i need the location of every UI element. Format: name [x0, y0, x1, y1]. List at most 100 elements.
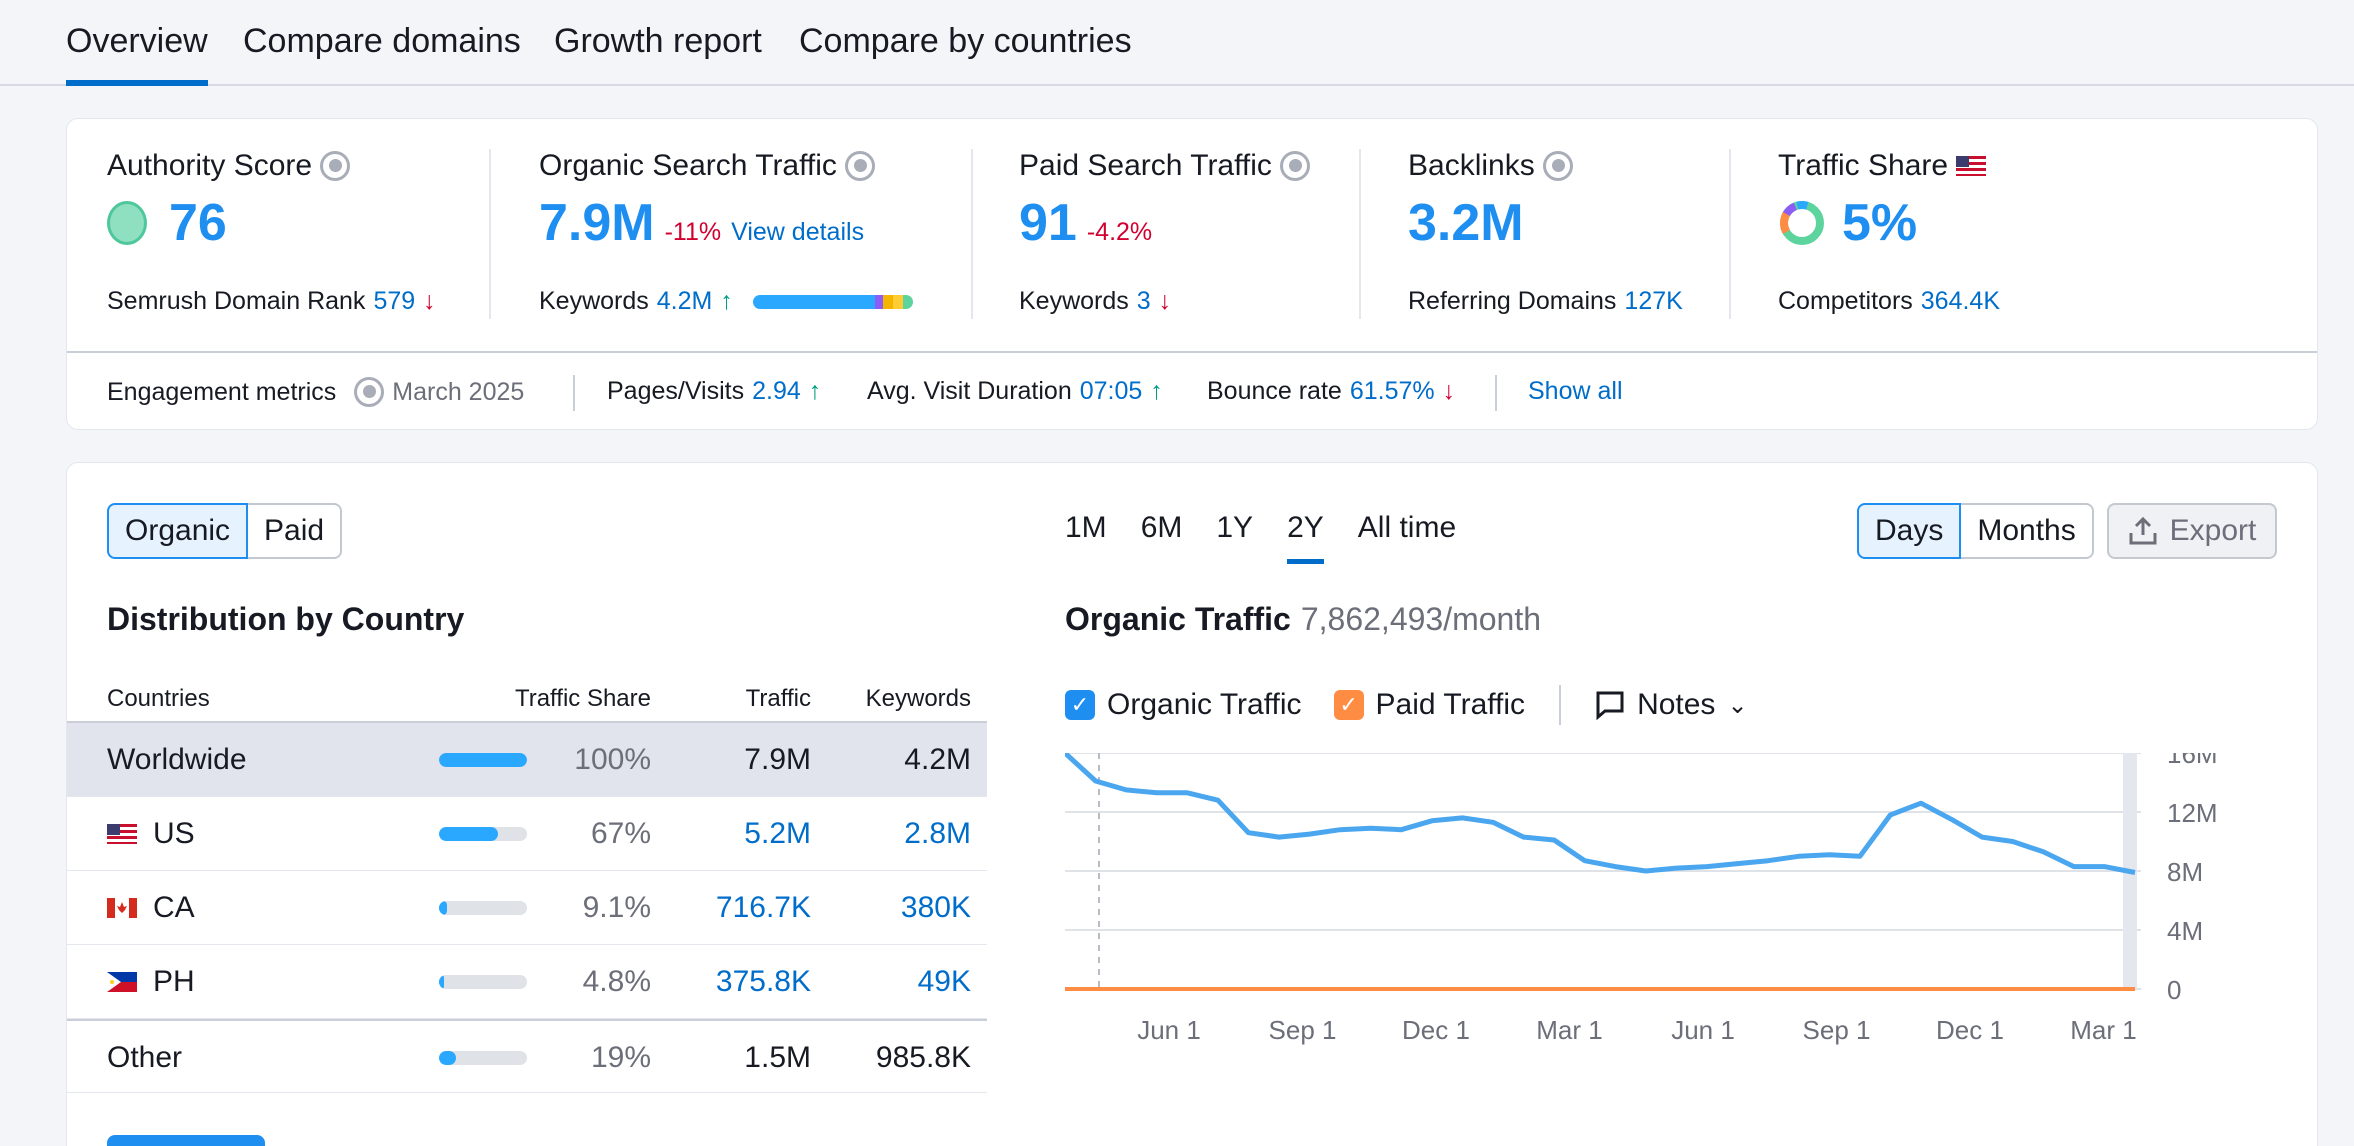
backlinks-value[interactable]: 3.2M: [1408, 193, 1524, 253]
arrow-up-icon: ↑: [808, 377, 822, 405]
x-tick-label: Jun 1: [1137, 1015, 1201, 1045]
arrow-up-icon: ↑: [1150, 377, 1163, 405]
pages-visits-label: Pages/Visits: [607, 377, 745, 405]
tab-overview[interactable]: Overview: [66, 22, 208, 86]
y-tick-label: 16M: [2167, 753, 2218, 769]
divider: [573, 375, 575, 411]
paid-checkbox[interactable]: ✓: [1333, 690, 1364, 720]
organic-paid-toggle: Organic Paid: [107, 503, 343, 559]
period-6m[interactable]: 6M: [1141, 511, 1183, 564]
keywords-value[interactable]: 2.8M: [904, 817, 971, 851]
chart-legend: ✓ Organic Traffic ✓ Paid Traffic Notes ⌄: [1065, 685, 1748, 725]
arrow-up-icon: ↑: [720, 287, 733, 315]
divider: [1495, 375, 1497, 411]
organic-traffic-value[interactable]: 7.9M: [539, 193, 655, 253]
country-name: US: [153, 817, 195, 850]
country-name: Worldwide: [107, 743, 247, 776]
globe-icon: [354, 377, 385, 407]
organic-traffic-metric: Organic Search Traffic 7.9M -11% View de…: [539, 149, 875, 253]
tab-growth-report[interactable]: Growth report: [554, 22, 762, 86]
pages-visits-value: 2.94: [752, 377, 801, 405]
y-tick-label: 0: [2167, 975, 2181, 1005]
paid-traffic-value[interactable]: 91: [1019, 193, 1077, 253]
y-tick-label: 12M: [2167, 798, 2218, 828]
table-row[interactable]: PH 4.8% 375.8K 49K: [67, 945, 987, 1019]
paid-keywords: Keywords 3 ↓: [1019, 287, 1171, 316]
view-details-link[interactable]: View details: [731, 218, 864, 247]
paid-traffic-metric: Paid Search Traffic 91 -4.2%: [1019, 149, 1310, 253]
period-2y[interactable]: 2Y: [1287, 511, 1324, 564]
x-tick-label: Mar 1: [2070, 1015, 2136, 1045]
traffic-card: Organic Paid 1M 6M 1Y 2Y All time Days M…: [66, 462, 2318, 1146]
notes-dropdown[interactable]: Notes: [1637, 688, 1715, 722]
tab-compare-domains[interactable]: Compare domains: [243, 22, 521, 86]
period-all-time[interactable]: All time: [1358, 511, 1456, 564]
arrow-down-icon: ↓: [423, 287, 436, 315]
referring-domains-value[interactable]: 127K: [1624, 287, 1682, 316]
traffic-share-metric: Traffic Share 5%: [1778, 149, 1987, 253]
competitors: Competitors 364.4K: [1778, 287, 2000, 316]
authority-score-label: Authority Score: [107, 149, 313, 182]
share-value: 9.1%: [582, 891, 651, 924]
organic-traffic-monthly: 7,862,493/month: [1300, 601, 1542, 637]
upload-icon: [2129, 517, 2157, 545]
globe-icon: [844, 151, 875, 181]
export-button[interactable]: Export: [2107, 503, 2277, 559]
traffic-share-value[interactable]: 5%: [1842, 193, 1917, 253]
share-bar: [439, 975, 527, 989]
x-tick-label: Dec 1: [1402, 1015, 1470, 1045]
paid-traffic-label: Paid Search Traffic: [1019, 149, 1272, 182]
table-row[interactable]: Worldwide 100% 7.9M 4.2M: [67, 723, 987, 797]
country-name: PH: [153, 965, 195, 998]
organic-toggle-button[interactable]: Organic: [107, 503, 249, 559]
bounce-rate-label: Bounce rate: [1207, 377, 1342, 405]
paid-toggle-button[interactable]: Paid: [248, 503, 343, 559]
legend-paid-label: Paid Traffic: [1375, 688, 1526, 721]
paid-keywords-value[interactable]: 3: [1137, 287, 1151, 316]
share-value: 100%: [574, 743, 651, 776]
divider: [1729, 149, 1731, 319]
table-row[interactable]: CA 9.1% 716.7K 380K: [67, 871, 987, 945]
domain-rank-value[interactable]: 579: [373, 287, 415, 316]
show-all-link[interactable]: Show all: [1528, 377, 1623, 406]
period-1m[interactable]: 1M: [1065, 511, 1107, 564]
table-row[interactable]: US 67% 5.2M 2.8M: [67, 797, 987, 871]
traffic-chart[interactable]: 16M 12M 8M 4M 0 Jun 1 Sep 1 Dec 1 Mar 1 Jun 1 Sep …: [1065, 753, 2265, 1113]
arrow-down-icon: ↓: [1158, 287, 1172, 315]
col-keywords: Keywords: [865, 685, 971, 712]
arrow-down-icon: ↓: [1442, 377, 1456, 405]
competitors-value[interactable]: 364.4K: [1921, 287, 2000, 316]
period-1y[interactable]: 1Y: [1216, 511, 1253, 564]
table-row[interactable]: Other 19% 1.5M 985.8K: [67, 1019, 987, 1093]
x-tick-label: Mar 1: [1536, 1015, 1602, 1045]
domain-rank: Semrush Domain Rank 579 ↓: [107, 287, 436, 316]
traffic-value[interactable]: 716.7K: [716, 891, 811, 925]
x-tick-label: Sep 1: [1803, 1015, 1871, 1045]
share-bar: [439, 753, 527, 767]
paid-keywords-label: Keywords: [1019, 287, 1129, 315]
organic-keywords-label: Keywords: [539, 287, 649, 315]
keywords-value[interactable]: 49K: [918, 965, 971, 999]
period-selector: 1M 6M 1Y 2Y All time: [1065, 511, 1456, 564]
traffic-value[interactable]: 375.8K: [716, 965, 811, 999]
organic-keywords-value[interactable]: 4.2M: [657, 287, 713, 316]
months-button[interactable]: Months: [1961, 503, 2094, 559]
keywords-value[interactable]: 380K: [901, 891, 971, 925]
competitors-label: Competitors: [1778, 287, 1913, 315]
authority-gauge-icon: [107, 201, 147, 245]
traffic-value: 1.5M: [744, 1041, 811, 1074]
organic-traffic-heading: Organic Traffic 7,862,493/month: [1065, 601, 1541, 638]
organic-checkbox[interactable]: ✓: [1065, 690, 1095, 720]
view-full-report-button[interactable]: [107, 1135, 265, 1146]
days-button[interactable]: Days: [1857, 503, 1962, 559]
engagement-bar: Engagement metrics March 2025 Pages/Visi…: [67, 351, 2317, 431]
organic-traffic-change: -11%: [664, 218, 722, 246]
share-donut-icon: [1780, 201, 1824, 245]
traffic-value[interactable]: 5.2M: [744, 817, 811, 851]
authority-score-value[interactable]: 76: [169, 193, 227, 253]
organic-traffic-title: Organic Traffic: [1065, 601, 1291, 637]
tab-compare-by-countries[interactable]: Compare by countries: [799, 22, 1132, 86]
domain-rank-label: Semrush Domain Rank: [107, 287, 366, 315]
country-name: Other: [107, 1041, 183, 1074]
divider: [971, 149, 973, 319]
